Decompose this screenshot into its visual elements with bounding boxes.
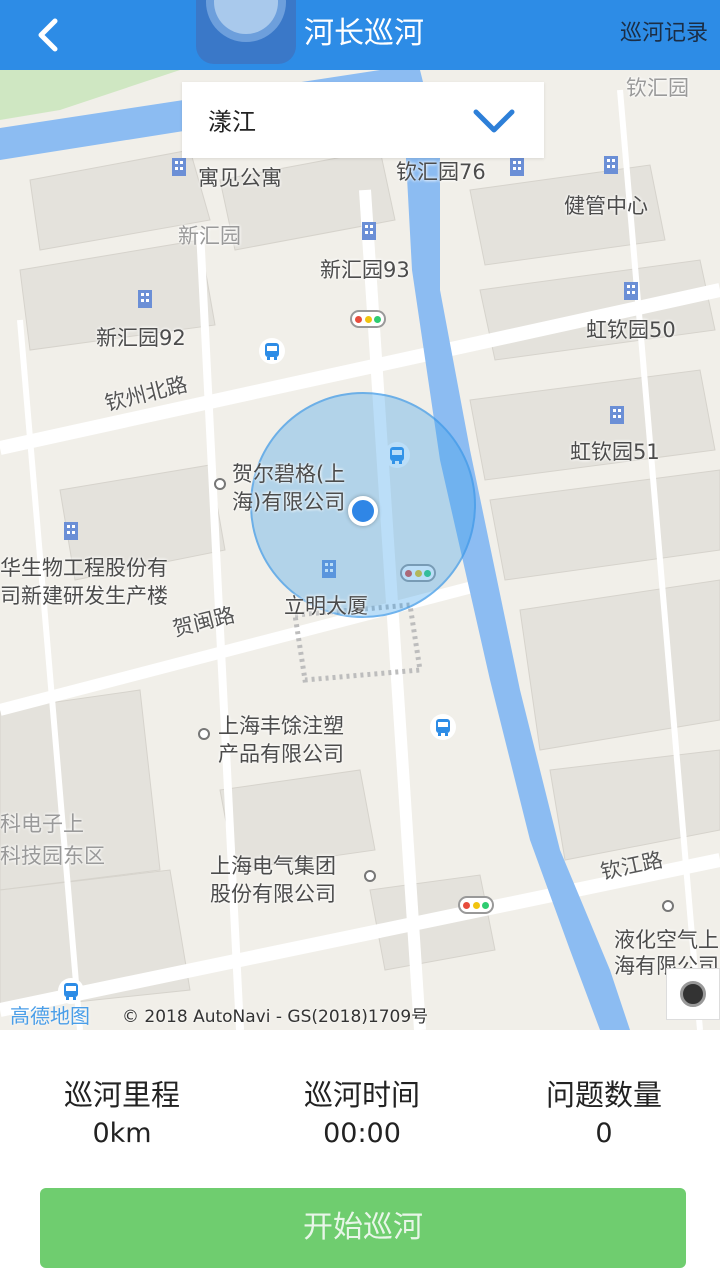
back-button[interactable] [22, 8, 76, 62]
poi-label: 钦汇园76 [396, 160, 486, 184]
stat-label: 问题数量 [545, 1078, 662, 1112]
poi-label: 贺尔碧格(上 [232, 462, 346, 486]
patrol-stats: 巡河里程 0km 巡河时间 00:00 问题数量 0 [0, 1030, 720, 1180]
building-icon [610, 406, 624, 424]
map-provider-logo: 高德地图 [10, 1004, 90, 1028]
app-logo [196, 0, 296, 64]
building-icon [138, 290, 152, 308]
start-patrol-button[interactable]: 开始巡河 [40, 1188, 686, 1268]
chevron-down-icon [473, 109, 515, 133]
patrol-records-link[interactable]: 巡河记录 [620, 16, 708, 52]
poi-label: 上海电气集团 [210, 854, 336, 878]
page-title: 河长巡河 [304, 16, 424, 51]
top-bar: 河长巡河 巡河记录 [0, 0, 720, 70]
poi-label: 产品有限公司 [218, 742, 344, 766]
current-location-marker [348, 496, 378, 526]
poi-dot [662, 900, 674, 912]
building-icon [172, 158, 186, 176]
stat-label: 巡河里程 [63, 1078, 180, 1112]
area-label: 科技园东区 [0, 844, 105, 868]
poi-label: 寓见公寓 [198, 166, 282, 190]
bus-stop-icon [259, 338, 285, 364]
stat-value: 00:00 [323, 1118, 401, 1149]
locate-icon [680, 981, 706, 1007]
locate-button[interactable] [666, 968, 720, 1020]
poi-dot [364, 870, 376, 882]
poi-label: 立明大厦 [284, 594, 368, 618]
building-icon [64, 522, 78, 540]
poi-label: 海)有限公司 [232, 490, 346, 514]
area-label: 科电子上 [0, 812, 84, 836]
stat-time: 巡河时间 00:00 [262, 1072, 462, 1149]
chevron-left-icon [38, 18, 58, 52]
building-icon [510, 158, 524, 176]
poi-label: 虹钦园51 [570, 440, 660, 464]
stat-issues: 问题数量 0 [504, 1072, 704, 1149]
stat-value: 0km [92, 1118, 152, 1149]
poi-label: 虹钦园50 [586, 318, 676, 342]
poi-label: 新汇园93 [320, 258, 410, 282]
poi-dot [214, 478, 226, 490]
area-label: 钦汇园 [626, 76, 689, 100]
area-label: 新汇园 [178, 224, 241, 248]
traffic-light-icon [350, 310, 386, 328]
poi-label: 上海丰馀注塑 [218, 714, 344, 738]
poi-label: 新汇园92 [96, 326, 186, 350]
poi-label: 健管中心 [564, 194, 648, 218]
bus-stop-icon [430, 714, 456, 740]
river-select-value: 漾江 [208, 108, 256, 136]
poi-label: 华生物工程股份有 [0, 556, 168, 580]
stat-label: 巡河时间 [303, 1078, 420, 1112]
poi-label: 股份有限公司 [210, 882, 336, 906]
poi-dot [198, 728, 210, 740]
traffic-light-icon [458, 896, 494, 914]
stat-distance: 巡河里程 0km [22, 1072, 222, 1149]
building-icon [362, 222, 376, 240]
building-icon [604, 156, 618, 174]
river-select[interactable]: 漾江 [182, 82, 544, 158]
poi-label: 司新建研发生产楼 [0, 584, 168, 608]
stat-value: 0 [595, 1118, 613, 1149]
map-copyright: © 2018 AutoNavi - GS(2018)1709号 [122, 1007, 429, 1027]
building-icon [624, 282, 638, 300]
map-view[interactable]: 寓见公寓 钦汇园76 钦汇园 健管中心 新汇园 新汇园93 新汇园92 虹钦园5… [0, 70, 720, 1030]
app-root: 河长巡河 巡河记录 寓见公寓 钦汇园76 钦汇园 健管中心 新汇园 新汇园93 … [0, 0, 720, 1280]
